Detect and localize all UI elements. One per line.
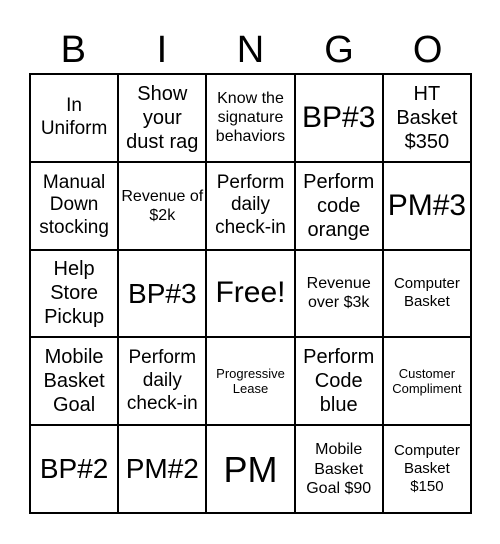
bingo-cell[interactable]: Manual Down stocking <box>30 161 119 250</box>
header-letter-n: N <box>236 29 265 71</box>
bingo-cell[interactable]: PM#2 <box>118 425 207 513</box>
bingo-cell[interactable]: HT Basket $350 <box>382 74 471 162</box>
bingo-cell[interactable]: Mobile Basket Goal <box>30 337 119 426</box>
bingo-cell[interactable]: Perform code orange <box>294 161 383 250</box>
header-letter-b: B <box>60 29 86 71</box>
bingo-cell[interactable]: Perform daily check-in <box>118 337 207 426</box>
bingo-cell[interactable]: Perform daily check-in <box>206 161 295 250</box>
bingo-cell[interactable]: Computer Basket $150 <box>382 425 471 513</box>
bingo-cell[interactable]: In Uniform <box>30 74 119 162</box>
bingo-cell[interactable]: Know the signature behaviors <box>206 74 295 162</box>
bingo-cell[interactable]: Revenue over $3k <box>294 249 383 338</box>
bingo-header: B I N G O <box>29 28 472 73</box>
header-letter-i: I <box>156 29 168 71</box>
header-letter-g: G <box>324 29 354 71</box>
bingo-cell[interactable]: PM <box>206 425 295 513</box>
bingo-cell[interactable]: Progressive Lease <box>206 337 295 426</box>
bingo-cell[interactable]: Customer Compliment <box>382 337 471 426</box>
bingo-cell[interactable]: PM#3 <box>382 161 471 250</box>
bingo-cell[interactable]: Mobile Basket Goal $90 <box>294 425 383 513</box>
bingo-cell[interactable]: Show your dust rag <box>118 74 207 162</box>
bingo-cell[interactable]: BP#3 <box>118 249 207 338</box>
bingo-cell[interactable]: BP#3 <box>294 74 383 162</box>
bingo-cell[interactable]: BP#2 <box>30 425 119 513</box>
bingo-cell[interactable]: Perform Code blue <box>294 337 383 426</box>
bingo-cell[interactable]: Revenue of $2k <box>118 161 207 250</box>
header-letter-o: O <box>412 29 443 71</box>
bingo-grid: In Uniform Show your dust rag Know the sig… <box>29 73 472 514</box>
bingo-cell[interactable]: Computer Basket <box>382 249 471 338</box>
free-cell[interactable]: Free! <box>206 249 295 338</box>
bingo-cell[interactable]: Help Store Pickup <box>30 249 119 338</box>
